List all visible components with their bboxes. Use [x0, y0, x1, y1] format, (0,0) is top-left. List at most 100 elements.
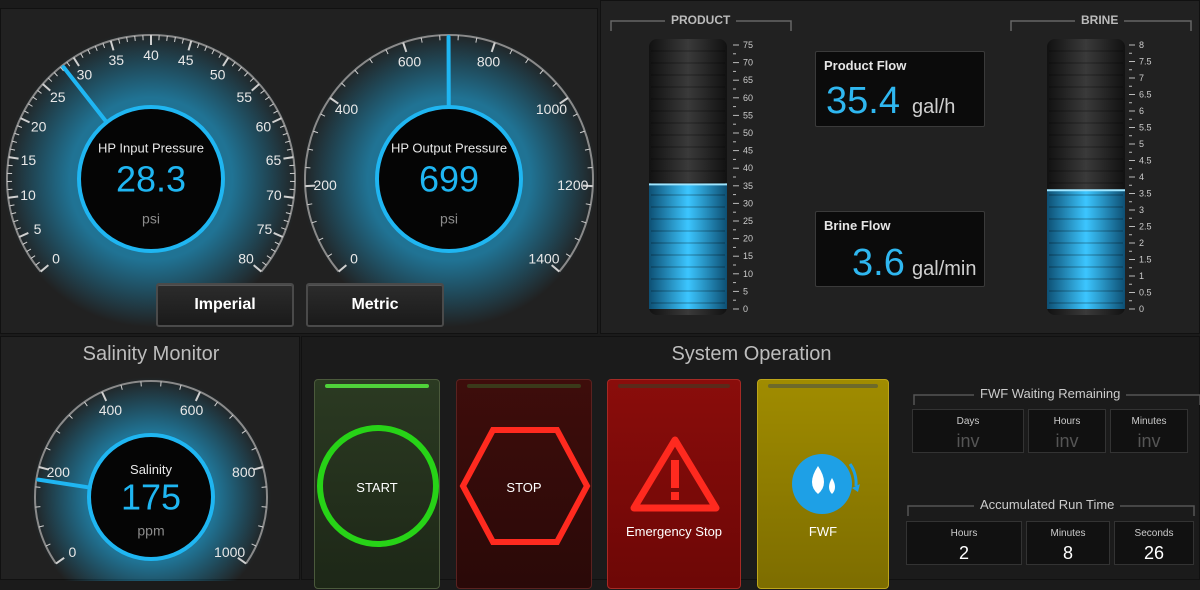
fwf-wait-hours: Hours inv — [1028, 409, 1106, 453]
run-time-seconds: Seconds 26 — [1114, 521, 1194, 565]
fwf-wait-title: FWF Waiting Remaining — [974, 386, 1126, 401]
hp-output-tick-label: 800 — [477, 53, 501, 69]
brine-tank-tick-label: 1.5 — [1139, 255, 1152, 265]
product-tank-tick-label: 50 — [743, 128, 753, 138]
salinity-panel: Salinity Monitor 02004006008001000Salini… — [0, 336, 300, 580]
run-time-minutes: Minutes 8 — [1026, 521, 1110, 565]
brine-flow-value: 3.6 — [852, 242, 905, 285]
brine-tank-tick-label: 6 — [1139, 106, 1144, 116]
hp-input-tick-label: 5 — [34, 221, 42, 237]
salinity-tick-label: 1000 — [214, 544, 245, 560]
start-button[interactable]: START — [314, 379, 440, 589]
product-tank-tick-label: 10 — [743, 269, 753, 279]
brine-tank-tick-label: 6.5 — [1139, 90, 1152, 100]
stop-label: STOP — [457, 480, 591, 495]
salinity-tick-label: 800 — [232, 464, 256, 480]
product-tank-tick-label: 40 — [743, 163, 753, 173]
product-tank-tick-label: 75 — [743, 40, 753, 50]
fwf-wait-hours-value: inv — [1029, 431, 1105, 452]
run-time-minutes-value: 8 — [1027, 543, 1109, 564]
hp-input-tick-label: 20 — [31, 119, 47, 135]
hp-output-gauge-label: HP Output Pressure — [391, 140, 507, 155]
salinity-tick-label: 600 — [180, 402, 204, 418]
metric-button[interactable]: Metric — [306, 283, 444, 327]
brine-tank-tick-label: 5.5 — [1139, 123, 1152, 133]
fwf-label: FWF — [758, 524, 888, 539]
hp-input-gauge-label: HP Input Pressure — [98, 140, 204, 155]
fwf-wait-minutes: Minutes inv — [1110, 409, 1188, 453]
flow-panel: 75706560555045403530252015105087.576.565… — [600, 0, 1200, 334]
start-label: START — [315, 480, 439, 495]
product-tank-tick-label: 0 — [743, 304, 748, 314]
stop-button[interactable]: STOP — [456, 379, 592, 589]
salinity-gauge-label: Salinity — [130, 462, 172, 477]
hp-input-tick-label: 10 — [20, 187, 36, 203]
product-tank-tick-label: 25 — [743, 216, 753, 226]
product-tank-tick-label: 55 — [743, 110, 753, 120]
brine-tank-tick-label: 0 — [1139, 304, 1144, 314]
brine-flow-display: Brine Flow 3.6 gal/min — [815, 211, 985, 287]
brine-tank-label: BRINE — [1075, 13, 1124, 27]
hp-input-tick-label: 40 — [143, 47, 159, 63]
hp-input-tick-label: 80 — [238, 251, 254, 267]
hp-input-tick-label: 65 — [266, 152, 282, 168]
fwf-wait-minutes-value: inv — [1111, 431, 1187, 452]
brine-tank-tick-label: 8 — [1139, 40, 1144, 50]
product-tank-tick-label: 15 — [743, 251, 753, 261]
fwf-wait-minutes-label: Minutes — [1111, 416, 1187, 427]
run-time-seconds-value: 26 — [1115, 543, 1193, 564]
brine-tank-tick-label: 4 — [1139, 172, 1144, 182]
brine-tank-tick-label: 0.5 — [1139, 288, 1152, 298]
hp-input-tick-label: 30 — [77, 66, 93, 82]
product-flow-display: Product Flow 35.4 gal/h — [815, 51, 985, 127]
salinity-gauge: 02004006008001000Salinity175ppm — [1, 337, 301, 581]
salinity-tick-label: 200 — [47, 464, 71, 480]
pressure-panel: 05101520253035404550556065707580HP Input… — [0, 8, 598, 334]
run-time-hours: Hours 2 — [906, 521, 1022, 565]
brine-flow-label: Brine Flow — [824, 218, 890, 233]
run-time-minutes-label: Minutes — [1027, 528, 1109, 539]
hp-input-tick-label: 45 — [178, 52, 194, 68]
hp-output-gauge-unit: psi — [440, 211, 458, 227]
system-operation-title: System Operation — [302, 343, 1200, 366]
emergency-stop-label: Emergency Stop — [608, 524, 740, 539]
run-time-seconds-label: Seconds — [1115, 528, 1193, 539]
hp-input-tick-label: 60 — [256, 119, 272, 135]
brine-tank-tick-label: 4.5 — [1139, 156, 1152, 166]
hp-input-tick-label: 75 — [257, 221, 273, 237]
product-flow-value: 35.4 — [826, 80, 900, 123]
hp-input-gauge-value: 28.3 — [116, 159, 186, 200]
product-flow-label: Product Flow — [824, 58, 906, 73]
hp-output-tick-label: 1400 — [528, 251, 559, 267]
fwf-button[interactable]: FWF — [757, 379, 889, 589]
product-tank-tick-label: 70 — [743, 58, 753, 68]
emergency-stop-button[interactable]: Emergency Stop — [607, 379, 741, 589]
run-time-hours-label: Hours — [907, 528, 1021, 539]
product-flow-unit: gal/h — [912, 96, 955, 119]
water-drops-icon — [758, 380, 890, 590]
product-tank-tick-label: 20 — [743, 234, 753, 244]
fwf-wait-days-value: inv — [913, 431, 1023, 452]
product-tank-fill — [649, 184, 727, 309]
operation-panel: System Operation START STOP Emergency St… — [301, 336, 1200, 580]
salinity-gauge-value: 175 — [121, 477, 181, 518]
imperial-button[interactable]: Imperial — [156, 283, 294, 327]
brine-tank-tick-label: 7 — [1139, 73, 1144, 83]
hp-input-tick-label: 15 — [21, 152, 37, 168]
product-tank-tick-label: 30 — [743, 198, 753, 208]
salinity-gauge-unit: ppm — [137, 522, 164, 538]
product-tank-label: PRODUCT — [665, 13, 736, 27]
warning-icon — [608, 380, 742, 590]
product-tank-tick-label: 35 — [743, 181, 753, 191]
hp-output-tick-label: 1000 — [536, 101, 567, 117]
run-time-title: Accumulated Run Time — [974, 497, 1120, 512]
fwf-wait-hours-label: Hours — [1029, 416, 1105, 427]
brine-flow-unit: gal/min — [912, 258, 976, 281]
hp-output-gauge-value: 699 — [419, 159, 479, 200]
brine-tank-tick-label: 1 — [1139, 271, 1144, 281]
run-time-hours-value: 2 — [907, 543, 1021, 564]
hp-input-tick-label: 70 — [266, 187, 282, 203]
hp-output-tick-label: 0 — [350, 251, 358, 267]
hp-output-tick-label: 1200 — [557, 177, 588, 193]
brine-tank-tick-label: 3.5 — [1139, 189, 1152, 199]
